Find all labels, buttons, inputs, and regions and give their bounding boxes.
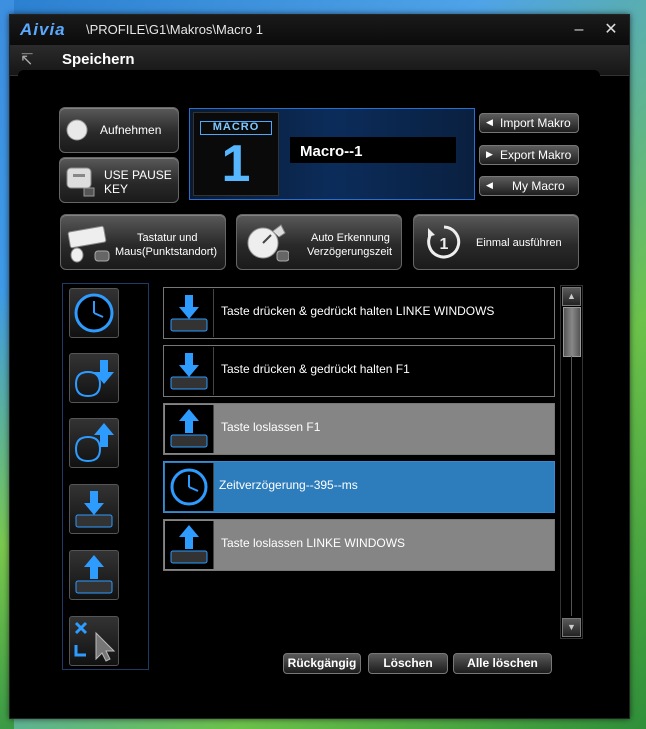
delete-all-button[interactable]: Alle löschen — [453, 653, 552, 674]
scroll-up-icon[interactable]: ▲ — [562, 287, 581, 306]
keyboard-mouse-icon — [67, 225, 110, 263]
keyboard-mouse-button[interactable]: Tastatur und Maus(Punktstandort) — [60, 214, 226, 270]
list-item[interactable]: Taste loslassen F1 — [163, 403, 555, 455]
run-once-button[interactable]: 1 Einmal ausführen — [413, 214, 579, 270]
key-down-icon — [170, 353, 208, 390]
key-down-icon — [165, 289, 214, 337]
list-item[interactable]: Taste drücken & gedrückt halten F1 — [163, 345, 555, 397]
key-down-icon — [170, 295, 208, 332]
key-up-icon — [170, 525, 208, 564]
action-text: Zeitverzögerung--395--ms — [219, 478, 358, 492]
run-once-label: Einmal ausführen — [476, 237, 562, 249]
import-macro-label: Import Makro — [500, 116, 571, 130]
scroll-down-icon[interactable]: ▼ — [562, 618, 581, 637]
action-text: Taste drücken & gedrückt halten F1 — [221, 362, 410, 376]
use-pause-line1: USE PAUSE — [104, 168, 172, 182]
insert-key-down-button[interactable] — [69, 484, 119, 534]
triangle-left-icon: ◀ — [486, 117, 493, 127]
insert-delay-button[interactable] — [69, 288, 119, 338]
run-once-icon: 1 — [427, 225, 461, 259]
macro-name: Macro--1 — [300, 143, 363, 160]
key-up-icon — [165, 405, 214, 453]
auto-detect-line2: Verzögerungszeit — [307, 246, 392, 258]
key-up-icon — [170, 409, 208, 448]
export-macro-label: Export Makro — [500, 148, 572, 162]
save-title[interactable]: Speichern — [62, 51, 135, 68]
keyboard-mouse-line2: Maus(Punktstandort) — [115, 246, 218, 258]
window-path: \PROFILE\G1\Makros\Macro 1 — [86, 22, 263, 37]
triangle-left-icon: ◀ — [486, 180, 493, 190]
scrollbar-thumb[interactable] — [563, 307, 581, 357]
key-up-icon — [165, 521, 214, 569]
insert-key-up-button[interactable] — [69, 550, 119, 600]
back-arrow-icon[interactable]: ↸ — [20, 50, 33, 70]
my-macro-label: My Macro — [512, 179, 565, 193]
action-palette — [62, 283, 149, 670]
import-macro-button[interactable]: ◀ Import Makro — [479, 113, 579, 133]
cursor-position-icon — [74, 621, 116, 662]
insert-mouse-down-button[interactable] — [69, 353, 119, 403]
macro-display: MACRO 1 Macro--1 — [189, 108, 475, 200]
key-down-icon — [165, 347, 214, 395]
auto-detect-line1: Auto Erkennung — [311, 232, 390, 244]
clock-icon — [165, 463, 214, 511]
stopwatch-icon — [247, 224, 289, 262]
auto-detect-delay-button[interactable]: Auto Erkennung Verzögerungszeit — [236, 214, 402, 270]
record-button[interactable]: Aufnehmen — [59, 107, 179, 153]
action-text: Taste loslassen LINKE WINDOWS — [221, 536, 406, 550]
export-macro-button[interactable]: ▶ Export Makro — [479, 145, 579, 165]
record-circle-icon — [66, 119, 88, 141]
close-button[interactable]: ✕ — [600, 19, 622, 41]
record-label: Aufnehmen — [100, 123, 162, 137]
macro-badge: MACRO — [200, 121, 272, 135]
macro-number: 1 — [221, 135, 251, 193]
minimize-button[interactable]: – — [568, 19, 590, 41]
list-item[interactable]: Taste loslassen LINKE WINDOWS — [163, 519, 555, 571]
key-up-icon — [75, 555, 113, 594]
insert-cursor-position-button[interactable] — [69, 616, 119, 666]
use-pause-line2: KEY — [104, 182, 129, 196]
clock-icon — [170, 468, 208, 506]
delete-button[interactable]: Löschen — [368, 653, 448, 674]
triangle-right-icon: ▶ — [486, 149, 493, 159]
action-text: Taste drücken & gedrückt halten LINKE WI… — [221, 304, 495, 318]
mouse-down-icon — [75, 360, 114, 398]
keyboard-mouse-line1: Tastatur und — [137, 232, 198, 244]
use-pause-key-button[interactable]: USE PAUSE KEY — [59, 157, 179, 203]
undo-button[interactable]: Rückgängig — [283, 653, 361, 674]
scrollbar-track[interactable] — [571, 356, 572, 616]
list-item-selected[interactable]: Zeitverzögerung--395--ms — [163, 461, 555, 513]
insert-mouse-up-button[interactable] — [69, 418, 119, 468]
action-text: Taste loslassen F1 — [221, 420, 321, 434]
mouse-up-icon — [75, 423, 114, 463]
title-bar: Aivia \PROFILE\G1\Makros\Macro 1 – ✕ — [10, 15, 629, 45]
action-list-scrollbar[interactable]: ▲ ▼ — [560, 285, 583, 639]
list-item[interactable]: Taste drücken & gedrückt halten LINKE WI… — [163, 287, 555, 339]
macro-action-list: Taste drücken & gedrückt halten LINKE WI… — [163, 287, 555, 572]
key-down-icon — [75, 491, 113, 528]
app-logo: Aivia — [20, 20, 66, 39]
clock-icon — [74, 293, 114, 333]
macro-tile: MACRO 1 — [193, 112, 279, 196]
pause-key-icon — [66, 167, 95, 197]
svg-text:1: 1 — [440, 236, 449, 253]
my-macro-button[interactable]: ◀ My Macro — [479, 176, 579, 196]
